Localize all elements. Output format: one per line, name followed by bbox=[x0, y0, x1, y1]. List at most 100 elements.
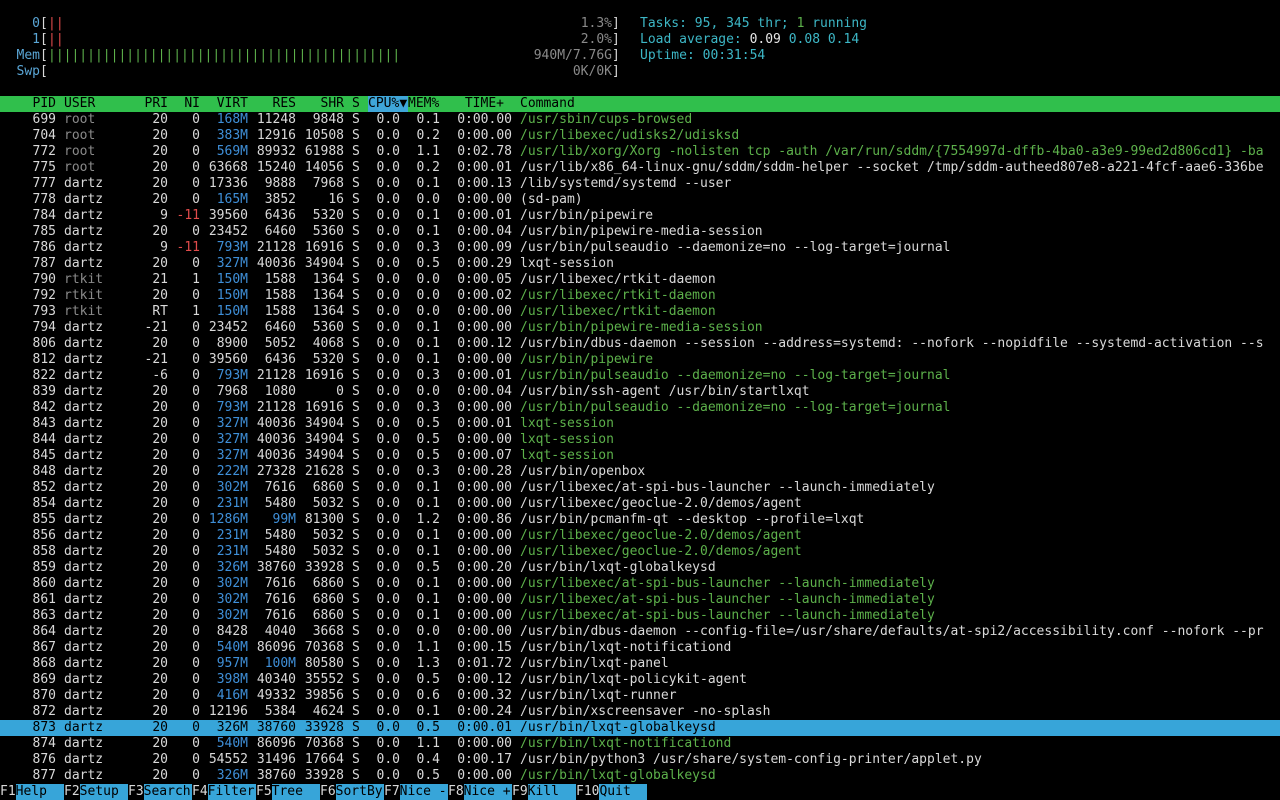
cell-shr: 1364 bbox=[312, 304, 344, 319]
cell-mem: 0.4 bbox=[416, 752, 440, 767]
cell-shr: 70368 bbox=[304, 640, 344, 655]
table-row[interactable]: 778 dartz 20 0 165M 3852 16 S 0.0 0.0 0:00.00 (sd-p… bbox=[0, 192, 1280, 208]
table-row[interactable]: 852 dartz 20 0 302M 7616 6860 S 0.0 0.1 0:00.00/us… bbox=[0, 480, 1280, 496]
table-row[interactable]: 792 rtkit 20 0 150M 1588 1364 S 0.0 0.0 0:00.02/us… bbox=[0, 288, 1280, 304]
table-row[interactable]: 858 dartz 20 0 231M 5480 5032 S 0.0 0.1 0:00.00/us… bbox=[0, 544, 1280, 560]
table-row[interactable]: 874 dartz 20 0 540M 86096 70368 S 0.0 1.1 0:00.00 /… bbox=[0, 736, 1280, 752]
fkey-filter-button[interactable]: F4 Filter bbox=[192, 784, 256, 800]
cell-user: dartz bbox=[64, 720, 104, 735]
table-row[interactable]: 845 dartz 20 0 327M 40036 34904 S 0.0 0.5 0:00.07 l… bbox=[0, 448, 1280, 464]
table-row[interactable]: 854 dartz 20 0 231M 5480 5032 S 0.0 0.1 0:00.00/us… bbox=[0, 496, 1280, 512]
cell-pri: 9 bbox=[160, 208, 168, 223]
fkey-search-button[interactable]: F3 Search bbox=[128, 784, 192, 800]
cell-ni: 0 bbox=[192, 288, 200, 303]
table-row[interactable]: 787 dartz 20 0 327M 40036 34904 S 0.0 0.5 0:00.29 l… bbox=[0, 256, 1280, 272]
col-state[interactable]: S bbox=[352, 96, 360, 112]
table-row[interactable]: 775 root 20 0 63668 15240 14056 S 0.0 0.2 0:00.01 /… bbox=[0, 160, 1280, 176]
table-row[interactable]: 860 dartz 20 0 302M 7616 6860 S 0.0 0.1 0:00.00/us… bbox=[0, 576, 1280, 592]
col-pri[interactable]: PRI bbox=[136, 96, 168, 112]
fkey-quit-button[interactable]: F10 Quit bbox=[576, 784, 648, 800]
function-key-bar: F1 Help F2 Setup F3 Search F4 Filter F5 Tree F6 Sor… bbox=[0, 784, 1280, 800]
table-row[interactable]: 790 rtkit 21 1 150M 1588 1364 S 0.0 0.0 0:00.05/us… bbox=[0, 272, 1280, 288]
cell-ni: 0 bbox=[192, 640, 200, 655]
table-row[interactable]: 861 dartz 20 0 302M 7616 6860 S 0.0 0.1 0:00.00/us… bbox=[0, 592, 1280, 608]
cell-state: S bbox=[352, 752, 360, 767]
fkey-nice-button[interactable]: F8 Nice + bbox=[448, 784, 512, 800]
cell-virt: 416M bbox=[216, 688, 248, 703]
table-row[interactable]: 772 root 20 0 569M 89932 61988 S 0.0 1.1 0:02.78/u… bbox=[0, 144, 1280, 160]
table-row[interactable]: 863 dartz 20 0 302M 7616 6860 S 0.0 0.1 0:00.00/us… bbox=[0, 608, 1280, 624]
table-row[interactable]: 793 rtkit RT 1 150M 1588 1364 S 0.0 0.0 0:00.00/us… bbox=[0, 304, 1280, 320]
col-virt[interactable]: VIRT bbox=[208, 96, 248, 112]
fkey-help-button[interactable]: F1 Help bbox=[0, 784, 64, 800]
table-row[interactable]: 699 root 20 0 168M 11248 9848 S 0.0 0.1 0:00.00/us… bbox=[0, 112, 1280, 128]
cell-res: 1588 bbox=[264, 304, 296, 319]
table-row[interactable]: 869 dartz 20 0 398M 40340 35552 S 0.0 0.5 0:00.12 /… bbox=[0, 672, 1280, 688]
col-ni[interactable]: NI bbox=[176, 96, 200, 112]
col-cpu-sorted[interactable]: CPU%▼ bbox=[368, 96, 408, 112]
table-row[interactable]: 877 dartz 20 0 326M 38760 33928 S 0.0 0.5 0:00.00 /… bbox=[0, 768, 1280, 784]
fkey-kill-button[interactable]: F9 Kill bbox=[512, 784, 576, 800]
cell-time: 0:00.00 bbox=[457, 608, 512, 623]
uptime-label: Uptime: bbox=[640, 48, 695, 63]
fkey-key: F5 bbox=[256, 784, 272, 800]
table-row[interactable]: 856 dartz 20 0 231M 5480 5032 S 0.0 0.1 0:00.00/us… bbox=[0, 528, 1280, 544]
col-command[interactable]: Command bbox=[520, 96, 575, 112]
cell-state: S bbox=[352, 272, 360, 287]
cell-command: /usr/libexec/at-spi-bus-launcher --launc… bbox=[520, 608, 935, 623]
table-row[interactable]: 822 dartz -6 0 793M 21128 16916 S 0.0 0.3 0:00.01 /… bbox=[0, 368, 1280, 384]
cell-time: 0:00.00 bbox=[457, 432, 512, 447]
table-row[interactable]: 876 dartz 20 0 54552 31496 17664 S 0.0 0.4 0:00.17… bbox=[0, 752, 1280, 768]
cell-virt: 327M bbox=[216, 416, 248, 431]
table-row[interactable]: 842 dartz 20 0 793M 21128 16916 S 0.0 0.3 0:00.00 /… bbox=[0, 400, 1280, 416]
table-row[interactable]: 855 dartz 20 0 1286M 99M 81300 S 0.0 1.2 0:00.86/u… bbox=[0, 512, 1280, 528]
cell-cpu: 0.0 bbox=[376, 736, 400, 751]
table-row[interactable]: 844 dartz 20 0 327M 40036 34904 S 0.0 0.5 0:00.00 l… bbox=[0, 432, 1280, 448]
fkey-nice-button[interactable]: F7 Nice - bbox=[384, 784, 448, 800]
table-row[interactable]: 786 dartz 9 -11 793M 21128 16916 S 0.0 0.3 0:00.09… bbox=[0, 240, 1280, 256]
col-user[interactable]: USER bbox=[64, 96, 95, 112]
cell-virt: 231M bbox=[216, 544, 248, 559]
fkey-setup-button[interactable]: F2 Setup bbox=[64, 784, 128, 800]
cell-res: 21128 bbox=[256, 240, 296, 255]
table-row[interactable]: 784 dartz 9 -11 39560 6436 5320 S 0.0 0.1 0:00.01 /… bbox=[0, 208, 1280, 224]
cell-res: 5480 bbox=[264, 496, 296, 511]
table-row[interactable]: 848 dartz 20 0 222M 27328 21628 S 0.0 0.3 0:00.28 /… bbox=[0, 464, 1280, 480]
table-row[interactable]: 870 dartz 20 0 416M 49332 39856 S 0.0 0.6 0:00.32 /… bbox=[0, 688, 1280, 704]
table-row[interactable]: 704 root 20 0 383M 12916 10508 S 0.0 0.2 0:00.00/u… bbox=[0, 128, 1280, 144]
cell-pid: 822 bbox=[32, 368, 56, 383]
cell-mem: 0.5 bbox=[416, 448, 440, 463]
cell-pid: 872 bbox=[32, 704, 56, 719]
cell-user: dartz bbox=[64, 176, 104, 191]
table-row[interactable]: 859 dartz 20 0 326M 38760 33928 S 0.0 0.5 0:00.20 /… bbox=[0, 560, 1280, 576]
cell-virt: 8900 bbox=[216, 336, 248, 351]
table-row[interactable]: 868 dartz 20 0 957M 100M 80580 S 0.0 1.3 0:01.72/u… bbox=[0, 656, 1280, 672]
table-row[interactable]: 812 dartz -21 0 39560 6436 5320 S 0.0 0.1 0:00.00 /… bbox=[0, 352, 1280, 368]
cell-pri: 20 bbox=[152, 544, 168, 559]
col-mem[interactable]: MEM% bbox=[408, 96, 439, 112]
table-row[interactable]: 872 dartz 20 0 12196 5384 4624 S 0.0 0.1 0:00.24/u… bbox=[0, 704, 1280, 720]
table-row[interactable]: 843 dartz 20 0 327M 40036 34904 S 0.0 0.5 0:00.01 l… bbox=[0, 416, 1280, 432]
cell-res: 5384 bbox=[264, 704, 296, 719]
table-row[interactable]: 794 dartz -21 0 23452 6460 5360 S 0.0 0.1 0:00.00 /… bbox=[0, 320, 1280, 336]
col-pid[interactable]: PID bbox=[0, 96, 56, 112]
table-row[interactable]: 785 dartz 20 0 23452 6460 5360 S 0.0 0.1 0:00.04/u… bbox=[0, 224, 1280, 240]
table-row[interactable]: 867 dartz 20 0 540M 86096 70368 S 0.0 1.1 0:00.15 /… bbox=[0, 640, 1280, 656]
table-row[interactable]: 864 dartz 20 0 8428 4040 3668 S 0.0 0.0 0:00.00/us… bbox=[0, 624, 1280, 640]
table-row[interactable]: 806 dartz 20 0 8900 5052 4068 S 0.0 0.1 0:00.12/us… bbox=[0, 336, 1280, 352]
table-row-selected[interactable]: 873 dartz 20 0 326M 38760 33928 S 0.0 0.5 0:00.01 /… bbox=[0, 720, 1280, 736]
col-shr[interactable]: SHR bbox=[304, 96, 344, 112]
table-row[interactable]: 777 dartz 20 0 17336 9888 7968 S 0.0 0.1 0:00.13/l… bbox=[0, 176, 1280, 192]
swp-label: Swp bbox=[16, 64, 40, 79]
col-res[interactable]: RES bbox=[256, 96, 296, 112]
cell-command: /usr/bin/lxqt-globalkeysd bbox=[520, 720, 716, 735]
cell-command: (sd-pam) bbox=[520, 192, 583, 207]
cell-cpu: 0.0 bbox=[376, 464, 400, 479]
table-row[interactable]: 839 dartz 20 0 7968 1080 0 S 0.0 0.0 0:00.04/usr/b… bbox=[0, 384, 1280, 400]
fkey-sortby-button[interactable]: F6 SortBy bbox=[320, 784, 384, 800]
cell-cpu: 0.0 bbox=[376, 192, 400, 207]
process-table[interactable]: 699 root 20 0 168M 11248 9848 S 0.0 0.1 0:00.00/us… bbox=[0, 112, 1280, 784]
col-time[interactable]: TIME+ bbox=[448, 96, 504, 112]
fkey-tree-button[interactable]: F5 Tree bbox=[256, 784, 320, 800]
cell-user: root bbox=[64, 144, 96, 159]
